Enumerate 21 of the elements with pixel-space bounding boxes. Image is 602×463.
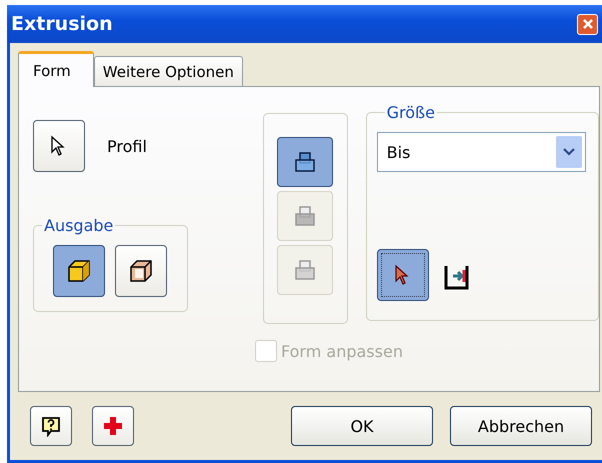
chevron-down-icon: [562, 148, 575, 156]
add-button[interactable]: [92, 406, 134, 446]
surface-output-button[interactable]: [115, 245, 167, 297]
tab[interactable]: Weitere Optionen: [94, 56, 243, 86]
plus-icon: [102, 415, 124, 437]
solid-output-button[interactable]: [53, 245, 105, 297]
profile-select-button[interactable]: [33, 120, 85, 172]
extent-direction-button[interactable]: [277, 137, 334, 187]
tab[interactable]: Form: [18, 51, 94, 87]
profile-label: Profil: [107, 136, 147, 156]
cancel-button[interactable]: Abbrechen: [450, 406, 592, 446]
close-button[interactable]: [577, 14, 598, 34]
close-icon: [580, 17, 594, 31]
group-title: Ausgabe: [43, 216, 114, 235]
ok-button[interactable]: OK: [291, 406, 433, 446]
group-title: Größe: [386, 103, 436, 122]
select-face-button[interactable]: [376, 249, 429, 301]
help-icon: [40, 415, 62, 437]
window-title: Extrusion: [10, 13, 114, 35]
extent-dropdown[interactable]: Bis: [376, 132, 586, 172]
help-button[interactable]: [30, 406, 72, 446]
